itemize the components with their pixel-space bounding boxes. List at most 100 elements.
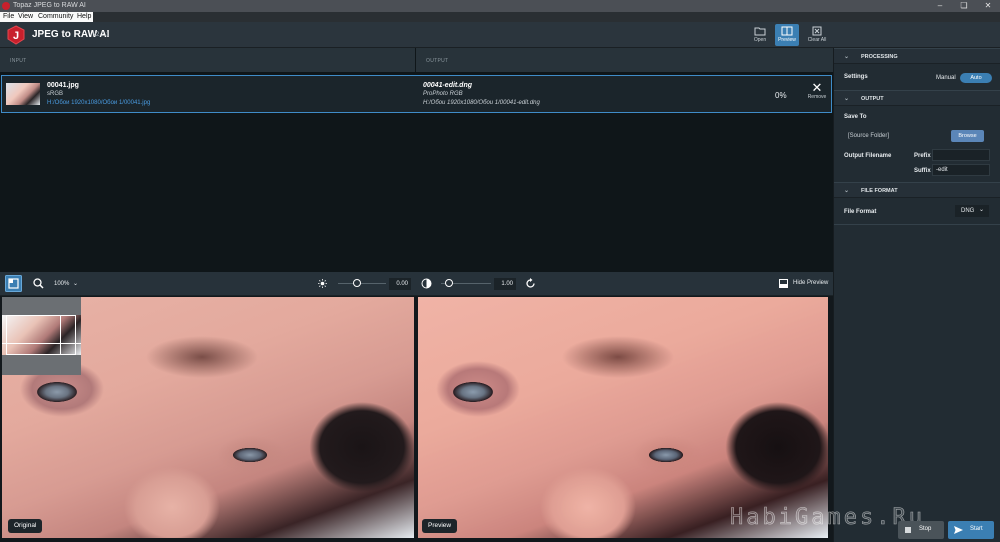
progress-percent: 0% xyxy=(775,91,787,100)
input-filename: 00041.jpg xyxy=(47,82,79,89)
app-version: v2.2.1 xyxy=(93,32,110,38)
preview-label: Preview xyxy=(778,37,796,43)
menu-bar: File View Community Help xyxy=(0,12,1000,22)
open-button[interactable]: Open xyxy=(748,24,772,46)
preview-toolbar: 100% ⌄ 0.00 1.00 Hide Preview xyxy=(0,272,833,296)
minimize-icon[interactable]: – xyxy=(928,0,952,12)
chevron-down-icon: ⌄ xyxy=(979,207,985,213)
remove-label: Remove xyxy=(807,94,827,100)
chevron-down-icon: ⌄ xyxy=(844,188,850,194)
browse-label: Browse xyxy=(958,133,977,139)
browse-button[interactable]: Browse xyxy=(951,130,984,142)
clear-all-label: Clear All xyxy=(807,37,827,43)
app-header: J JPEG to RAW AI v2.2.1 Open Preview Cle… xyxy=(0,22,1000,48)
output-column-label: OUTPUT xyxy=(426,58,449,64)
file-format-label: File Format xyxy=(844,209,877,215)
output-title: OUTPUT xyxy=(861,96,884,102)
menu-community[interactable]: Community xyxy=(38,13,73,20)
suffix-input[interactable]: -edit xyxy=(932,164,990,176)
output-colorspace: ProPhoto RGB xyxy=(423,91,463,97)
output-section-header[interactable]: ⌄ OUTPUT xyxy=(834,90,1000,106)
input-path-link[interactable]: H:/Обои 1920x1080/Обои 1/00041.jpg xyxy=(47,100,150,106)
navigator-crosshair-horizontal xyxy=(2,343,81,344)
hide-preview-icon[interactable] xyxy=(779,279,788,288)
save-to-value: [Source Folder] xyxy=(848,133,890,139)
file-format-select[interactable]: DNG ⌄ xyxy=(955,205,989,217)
contrast-icon xyxy=(421,278,432,289)
file-thumbnail xyxy=(6,83,40,105)
preview-label: Preview xyxy=(422,519,458,533)
exposure-slider-track[interactable] xyxy=(338,283,386,284)
prefix-label: Prefix xyxy=(914,153,931,159)
original-image-pane[interactable]: Original xyxy=(2,297,414,538)
app-icon xyxy=(2,2,10,10)
chevron-down-icon: ⌄ xyxy=(73,281,79,287)
preview-button[interactable]: Preview xyxy=(775,24,799,46)
clear-all-icon xyxy=(812,26,822,36)
window-titlebar: Topaz JPEG to RAW AI – ❏ ✕ xyxy=(0,0,1000,12)
start-button[interactable]: Start xyxy=(948,521,994,539)
close-icon: ✕ xyxy=(811,80,823,95)
save-to-label: Save To xyxy=(844,114,867,120)
stop-icon xyxy=(905,527,911,533)
file-format-section-header[interactable]: ⌄ FILE FORMAT xyxy=(834,182,1000,198)
clear-all-button[interactable]: Clear All xyxy=(805,24,829,46)
menu-help[interactable]: Help xyxy=(77,13,91,20)
settings-panel: ⌄ PROCESSING ⌄ OUTPUT ⌄ FILE FORMAT xyxy=(833,48,1000,542)
open-label: Open xyxy=(753,37,767,43)
preview-image-pane[interactable]: Preview xyxy=(418,297,828,538)
file-format-title: FILE FORMAT xyxy=(861,188,898,194)
stop-label: Stop xyxy=(919,526,932,532)
input-colorspace: sRGB xyxy=(47,91,64,97)
exposure-value[interactable]: 0.00 xyxy=(389,278,411,290)
processing-section-header[interactable]: ⌄ PROCESSING xyxy=(834,48,1000,64)
svg-text:J: J xyxy=(13,30,19,42)
contrast-value[interactable]: 1.00 xyxy=(494,278,516,290)
reset-icon[interactable] xyxy=(525,278,536,289)
window-title: Topaz JPEG to RAW AI xyxy=(13,2,86,9)
hide-preview-label[interactable]: Hide Preview xyxy=(793,280,828,286)
exposure-slider-handle[interactable] xyxy=(353,279,361,287)
output-column-header: OUTPUT xyxy=(416,48,833,72)
folder-icon xyxy=(754,27,766,36)
auto-toggle-label: Auto xyxy=(970,75,982,81)
send-icon xyxy=(954,526,963,534)
input-column-label: INPUT xyxy=(10,58,27,64)
watermark-text: HabiGames.Ru xyxy=(730,505,925,531)
menu-file[interactable]: File xyxy=(3,13,14,20)
navigator-crosshair-vertical xyxy=(60,315,61,355)
contrast-slider-handle[interactable] xyxy=(445,279,453,287)
exposure-icon xyxy=(318,279,327,288)
restore-icon[interactable]: ❏ xyxy=(952,0,976,12)
navigator-thumbnail[interactable] xyxy=(2,297,81,375)
settings-label: Settings xyxy=(844,74,868,80)
split-preview-icon xyxy=(781,26,793,36)
output-filename-label: Output Filename xyxy=(844,153,892,159)
output-filename: 00041-edit.dng xyxy=(423,82,473,89)
navigator-toggle-icon[interactable] xyxy=(5,275,22,292)
close-icon[interactable]: ✕ xyxy=(976,0,1000,12)
input-column-header: INPUT xyxy=(0,48,415,72)
zoom-select[interactable]: 100% ⌄ xyxy=(50,278,82,290)
prefix-input[interactable] xyxy=(932,149,990,161)
manual-option[interactable]: Manual xyxy=(936,75,956,81)
zoom-value: 100% xyxy=(54,281,70,287)
remove-button[interactable]: ✕ Remove xyxy=(806,80,828,100)
topaz-logo-icon: J xyxy=(7,25,25,45)
file-list-pane: INPUT OUTPUT 00041.jpg sRGB H:/Обои 1920… xyxy=(0,48,833,272)
suffix-label: Suffix xyxy=(914,168,931,174)
zoom-icon[interactable] xyxy=(33,278,44,289)
processing-title: PROCESSING xyxy=(861,54,898,60)
file-format-value: DNG xyxy=(961,208,975,214)
stop-button[interactable]: Stop xyxy=(898,521,944,539)
menu-view[interactable]: View xyxy=(18,13,33,20)
menu-strip: File View Community Help xyxy=(0,12,93,22)
chevron-down-icon: ⌄ xyxy=(844,54,850,60)
navigator-viewport-box[interactable] xyxy=(6,315,76,355)
output-path: H:/Обои 1920x1080/Обои 1/00041-edit.dng xyxy=(423,100,540,106)
file-row[interactable]: 00041.jpg sRGB H:/Обои 1920x1080/Обои 1/… xyxy=(1,75,832,113)
section-divider xyxy=(834,224,1000,225)
auto-toggle[interactable]: Auto xyxy=(960,73,992,83)
chevron-down-icon: ⌄ xyxy=(844,96,850,102)
start-label: Start xyxy=(970,526,983,532)
